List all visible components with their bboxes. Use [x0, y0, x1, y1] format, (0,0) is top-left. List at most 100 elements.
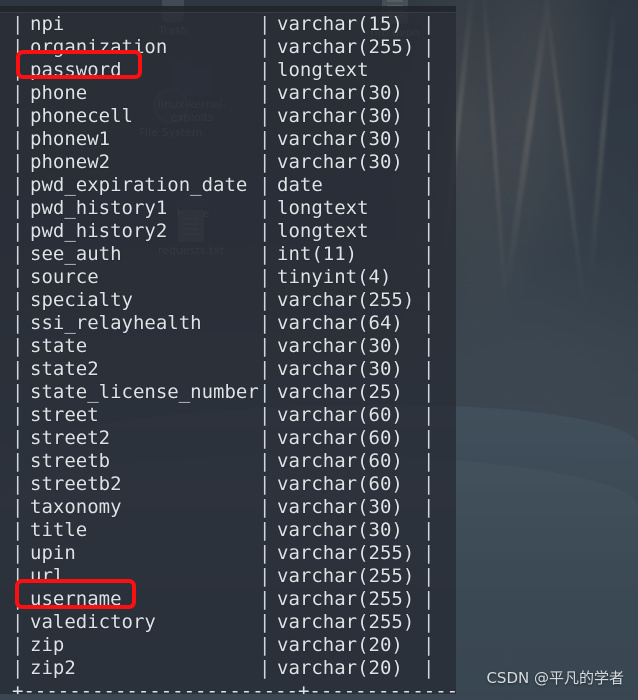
field-type-cell: varchar(30) [277, 151, 403, 173]
wallpaper-wisp [504, 0, 552, 289]
column-separator: | [12, 266, 24, 288]
field-type-cell: varchar(60) [277, 427, 403, 449]
column-separator: | [423, 657, 435, 679]
column-separator: | [12, 611, 24, 633]
field-name-cell: source [30, 266, 99, 288]
field-type-cell: varchar(30) [277, 496, 403, 518]
column-separator: | [423, 82, 435, 104]
column-separator: | [12, 427, 24, 449]
field-type-cell: varchar(20) [277, 657, 403, 679]
column-separator: | [423, 473, 435, 495]
field-type-cell: varchar(25) [277, 381, 403, 403]
field-type-cell: varchar(30) [277, 335, 403, 357]
column-separator: | [423, 220, 435, 242]
column-separator: | [259, 36, 271, 58]
field-name-cell: phonew2 [30, 151, 111, 173]
column-separator: | [12, 542, 24, 564]
field-name-cell: state_license_number [30, 381, 259, 403]
field-name-cell: pwd_expiration_date [30, 174, 248, 196]
column-separator: | [423, 542, 435, 564]
column-separator: | [12, 335, 24, 357]
field-name-cell: specialty [30, 289, 133, 311]
field-name-cell: phonecell [30, 105, 133, 127]
column-separator: | [423, 13, 435, 35]
field-name-cell: taxonomy [30, 496, 122, 518]
field-type-cell: int(11) [277, 243, 358, 265]
field-name-cell: streetb2 [30, 473, 122, 495]
column-separator: | [259, 243, 271, 265]
field-type-cell: varchar(255) [277, 588, 415, 610]
column-separator: | [12, 404, 24, 426]
column-separator: | [12, 519, 24, 541]
column-separator: | [259, 289, 271, 311]
field-name-cell: url [30, 565, 65, 587]
terminal-window[interactable]: | npi | varchar(15) | | organization | varchar(2… [0, 6, 456, 694]
column-separator: | [259, 335, 271, 357]
field-name-cell: pwd_history1 [30, 197, 168, 219]
field-name-cell: username [30, 588, 122, 610]
column-separator: | [423, 588, 435, 610]
column-separator: | [423, 289, 435, 311]
column-separator: | [423, 174, 435, 196]
field-type-cell: varchar(60) [277, 450, 403, 472]
column-separator: | [259, 82, 271, 104]
field-name-cell: zip [30, 634, 65, 656]
column-separator: | [259, 657, 271, 679]
column-separator: | [423, 404, 435, 426]
column-separator: | [259, 611, 271, 633]
terminal-output[interactable]: | npi | varchar(15) | | organization | varchar(2… [0, 12, 456, 694]
column-separator: | [259, 496, 271, 518]
column-separator: | [423, 634, 435, 656]
column-separator: | [259, 266, 271, 288]
field-name-cell: see_auth [30, 243, 122, 265]
column-separator: | [423, 335, 435, 357]
column-separator: | [12, 496, 24, 518]
column-separator: | [12, 105, 24, 127]
column-separator: | [12, 657, 24, 679]
column-separator: | [423, 358, 435, 380]
column-separator: | [423, 565, 435, 587]
column-separator: | [12, 381, 24, 403]
column-separator: | [259, 634, 271, 656]
field-name-cell: valedictory [30, 611, 156, 633]
column-separator: | [259, 59, 271, 81]
column-separator: | [423, 151, 435, 173]
field-name-cell: zip2 [30, 657, 76, 679]
table-bottom-border: +------------------------+--------------… [12, 680, 456, 694]
field-type-cell: varchar(60) [277, 473, 403, 495]
column-separator: | [259, 174, 271, 196]
field-type-cell: varchar(30) [277, 105, 403, 127]
column-separator: | [259, 565, 271, 587]
column-separator: | [259, 128, 271, 150]
field-type-cell: varchar(255) [277, 36, 415, 58]
field-name-cell: street [30, 404, 99, 426]
column-separator: | [12, 289, 24, 311]
column-separator: | [423, 266, 435, 288]
field-name-cell: npi [30, 13, 65, 35]
field-type-cell: varchar(255) [277, 611, 415, 633]
column-separator: | [259, 473, 271, 495]
screenshot-root: Trash htb.ovpn File System linux-kernel-… [0, 0, 638, 700]
field-name-cell: phonew1 [30, 128, 111, 150]
column-separator: | [259, 519, 271, 541]
column-separator: | [423, 312, 435, 334]
wallpaper-wisp [541, 0, 587, 310]
field-type-cell: longtext [277, 220, 369, 242]
column-separator: | [259, 588, 271, 610]
column-separator: | [12, 358, 24, 380]
field-name-cell: pwd_history2 [30, 220, 168, 242]
field-type-cell: longtext [277, 197, 369, 219]
column-separator: | [423, 59, 435, 81]
column-separator: | [423, 128, 435, 150]
column-separator: | [12, 220, 24, 242]
column-separator: | [12, 565, 24, 587]
field-type-cell: varchar(60) [277, 404, 403, 426]
column-separator: | [12, 151, 24, 173]
column-separator: | [12, 634, 24, 656]
column-separator: | [259, 220, 271, 242]
field-type-cell: tinyint(4) [277, 266, 392, 288]
column-separator: | [423, 450, 435, 472]
column-separator: | [259, 427, 271, 449]
column-separator: | [423, 36, 435, 58]
wallpaper-wisp [480, 0, 508, 310]
